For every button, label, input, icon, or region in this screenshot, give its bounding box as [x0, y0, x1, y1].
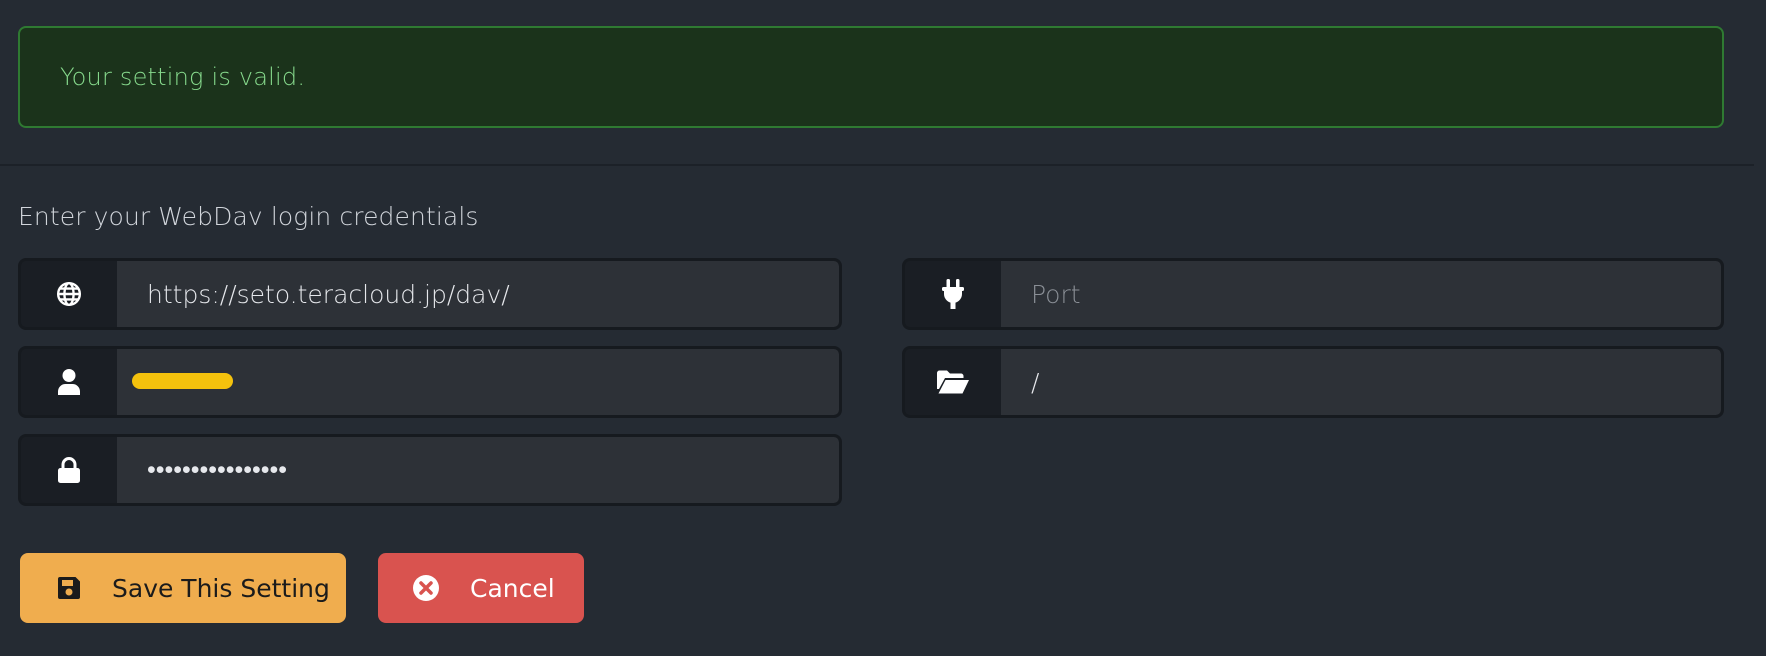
port-input[interactable]	[1001, 261, 1721, 327]
globe-icon	[21, 261, 117, 327]
url-field-group	[18, 258, 842, 330]
port-field-group	[902, 258, 1724, 330]
password-input[interactable]	[117, 437, 839, 503]
path-input[interactable]	[1001, 349, 1721, 415]
alert-message: Your setting is valid.	[60, 63, 306, 91]
circle-x-icon	[412, 574, 440, 602]
plug-icon	[905, 261, 1001, 327]
cancel-button[interactable]: Cancel	[378, 553, 584, 623]
folder-open-icon	[905, 349, 1001, 415]
lock-icon	[21, 437, 117, 503]
webdav-settings-page: Your setting is valid. Enter your WebDav…	[0, 0, 1766, 656]
cancel-button-label: Cancel	[470, 573, 555, 603]
url-input[interactable]	[117, 261, 839, 327]
floppy-disk-icon	[56, 575, 82, 601]
path-field-group	[902, 346, 1724, 418]
user-icon	[21, 349, 117, 415]
save-button-label: Save This Setting	[112, 573, 330, 603]
redaction-mark	[132, 373, 233, 389]
divider	[0, 164, 1754, 166]
save-setting-button[interactable]: Save This Setting	[20, 553, 346, 623]
success-alert: Your setting is valid.	[18, 26, 1724, 128]
password-field-group	[18, 434, 842, 506]
form-prompt: Enter your WebDav login credentials	[18, 202, 479, 231]
